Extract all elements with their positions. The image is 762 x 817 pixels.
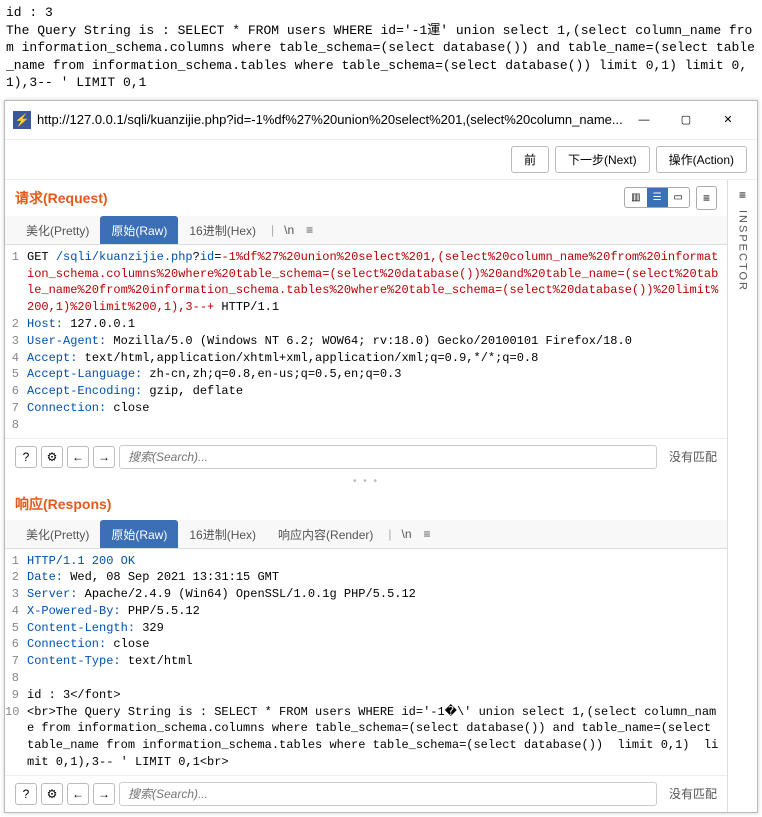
tab-raw-resp[interactable]: 原始(Raw)	[100, 520, 178, 548]
page-output-text: id : 3 The Query String is : SELECT * FR…	[0, 0, 762, 96]
newline-toggle-resp[interactable]: \n	[396, 523, 418, 545]
search-input-resp[interactable]	[119, 782, 657, 806]
gear-icon[interactable]: ⚙	[41, 446, 63, 468]
next-button[interactable]: 下一步(Next)	[555, 146, 650, 173]
help-icon-resp[interactable]: ?	[15, 783, 37, 805]
tab-hex[interactable]: 16进制(Hex)	[178, 216, 267, 244]
menu-icon-resp[interactable]: ≡	[418, 523, 437, 545]
nav-prev-icon-resp[interactable]: ←	[67, 783, 89, 805]
sidebar-menu-icon[interactable]: ≡	[739, 188, 746, 202]
tab-raw[interactable]: 原始(Raw)	[100, 216, 178, 244]
request-body[interactable]: 1GET /sqli/kuanzijie.php?id=-1%df%27%20u…	[5, 245, 727, 438]
address-url: http://127.0.0.1/sqli/kuanzijie.php?id=-…	[37, 112, 623, 127]
help-icon[interactable]: ?	[15, 446, 37, 468]
tab-hex-resp[interactable]: 16进制(Hex)	[178, 520, 267, 548]
response-searchbar: ? ⚙ ← → 没有匹配	[5, 775, 727, 812]
request-searchbar: ? ⚙ ← → 没有匹配	[5, 438, 727, 475]
view-grid-icon[interactable]: ▥	[625, 188, 646, 207]
tab-render-resp[interactable]: 响应内容(Render)	[267, 520, 384, 548]
gear-icon-resp[interactable]: ⚙	[41, 783, 63, 805]
newline-toggle[interactable]: \n	[278, 219, 300, 241]
close-button[interactable]: ✕	[707, 107, 749, 133]
inspector-window: ⚡ http://127.0.0.1/sqli/kuanzijie.php?id…	[4, 100, 758, 813]
tab-pretty-resp[interactable]: 美化(Pretty)	[15, 520, 100, 548]
view-single-icon[interactable]: ▭	[668, 188, 689, 207]
search-input[interactable]	[119, 445, 657, 469]
app-icon: ⚡	[13, 111, 31, 129]
pane-divider[interactable]: • • •	[5, 475, 727, 488]
nav-prev-icon[interactable]: ←	[67, 446, 89, 468]
search-result-text: 没有匹配	[661, 448, 717, 465]
search-result-text-resp: 没有匹配	[661, 785, 717, 802]
minimize-button[interactable]: —	[623, 107, 665, 133]
inspector-label: INSPECTOR	[737, 210, 749, 292]
prev-button[interactable]: 前	[511, 146, 549, 173]
tab-pretty[interactable]: 美化(Pretty)	[15, 216, 100, 244]
request-title: 请求(Request)	[15, 188, 108, 208]
nav-next-icon[interactable]: →	[93, 446, 115, 468]
response-body[interactable]: 1HTTP/1.1 200 OK2Date: Wed, 08 Sep 2021 …	[5, 549, 727, 775]
inspector-sidebar[interactable]: ≡ INSPECTOR	[727, 180, 757, 812]
nav-next-icon-resp[interactable]: →	[93, 783, 115, 805]
panel-menu-icon[interactable]: ≡	[696, 186, 717, 210]
action-button[interactable]: 操作(Action)	[656, 146, 747, 173]
response-tabs: 美化(Pretty) 原始(Raw) 16进制(Hex) 响应内容(Render…	[5, 520, 727, 549]
action-toolbar: 前 下一步(Next) 操作(Action)	[5, 140, 757, 180]
menu-icon[interactable]: ≡	[300, 219, 319, 241]
request-tabs: 美化(Pretty) 原始(Raw) 16进制(Hex) | \n ≡	[5, 216, 727, 245]
view-split-icon[interactable]: ☰	[647, 188, 668, 207]
maximize-button[interactable]: ▢	[665, 107, 707, 133]
response-title: 响应(Respons)	[15, 494, 111, 514]
view-toggle[interactable]: ▥ ☰ ▭	[624, 187, 690, 208]
window-titlebar: ⚡ http://127.0.0.1/sqli/kuanzijie.php?id…	[5, 101, 757, 140]
